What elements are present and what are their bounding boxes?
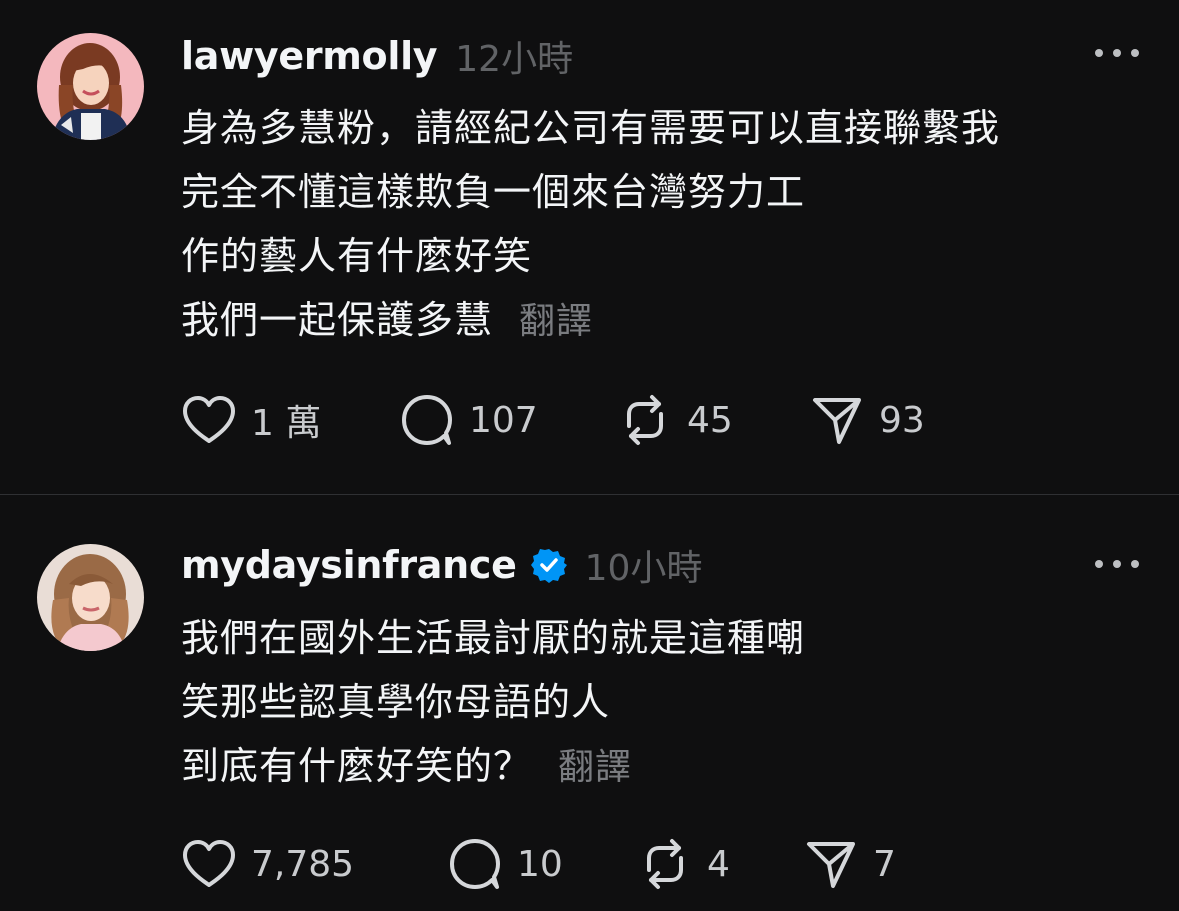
repost-button[interactable]: 45 bbox=[617, 392, 809, 448]
username[interactable]: lawyermolly bbox=[181, 34, 438, 78]
heart-icon bbox=[183, 396, 235, 443]
post-text-line: 作的藝人有什麼好笑 bbox=[181, 234, 533, 278]
translate-link[interactable]: 翻譯 bbox=[519, 301, 593, 342]
share-count: 93 bbox=[879, 399, 925, 441]
translate-link[interactable]: 翻譯 bbox=[558, 747, 632, 788]
post-text-line: 笑那些認真學你母語的人 bbox=[181, 680, 611, 724]
post-lawyermolly: lawyermolly 12小時 身為多慧粉，請經紀公司有需要可以直接聯繫我 完… bbox=[0, 0, 1179, 495]
send-icon bbox=[807, 842, 855, 888]
repost-icon bbox=[647, 839, 683, 889]
reply-button[interactable]: 10 bbox=[447, 836, 637, 892]
more-horizontal-icon[interactable] bbox=[1095, 556, 1139, 572]
post-header: lawyermolly 12小時 bbox=[181, 32, 573, 80]
share-button[interactable]: 93 bbox=[809, 392, 925, 448]
post-header: mydaysinfrance 10小時 bbox=[181, 541, 702, 589]
repost-count: 45 bbox=[687, 399, 733, 441]
post-mydaysinfrance: mydaysinfrance 10小時 我們在國外生活最討厭的就是這種嘲 笑那些… bbox=[0, 496, 1179, 911]
post-body: 我們在國外生活最討厭的就是這種嘲 笑那些認真學你母語的人 到底有什麼好笑的？ 翻譯 bbox=[181, 606, 1141, 798]
repost-button[interactable]: 4 bbox=[637, 836, 803, 892]
like-count: 1 萬 bbox=[251, 403, 322, 444]
repost-count: 4 bbox=[707, 843, 730, 885]
action-bar: 1 萬 107 45 93 bbox=[181, 392, 925, 448]
post-text-line: 我們一起保護多慧 bbox=[181, 298, 494, 342]
avatar-image bbox=[37, 33, 144, 140]
like-button[interactable]: 1 萬 bbox=[181, 394, 399, 446]
like-count: 7,785 bbox=[251, 843, 355, 885]
post-text-last-line: 我們一起保護多慧 翻譯 bbox=[181, 288, 1141, 352]
thread-feed: lawyermolly 12小時 身為多慧粉，請經紀公司有需要可以直接聯繫我 完… bbox=[0, 0, 1179, 911]
reply-count: 107 bbox=[469, 399, 538, 441]
speech-bubble-icon bbox=[450, 839, 500, 889]
post-text-last-line: 到底有什麼好笑的？ 翻譯 bbox=[181, 734, 1141, 798]
post-text-line: 到底有什麼好笑的？ bbox=[181, 744, 533, 788]
send-icon bbox=[813, 398, 861, 444]
reply-button[interactable]: 107 bbox=[399, 392, 617, 448]
repost-icon bbox=[627, 395, 663, 445]
avatar[interactable] bbox=[37, 33, 144, 140]
post-text-line: 完全不懂這樣欺負一個來台灣努力工 bbox=[181, 170, 806, 214]
action-bar: 7,785 10 4 7 bbox=[181, 836, 896, 892]
post-time[interactable]: 12小時 bbox=[455, 30, 573, 82]
like-button[interactable]: 7,785 bbox=[181, 838, 447, 890]
avatar[interactable] bbox=[37, 544, 144, 651]
avatar-image bbox=[37, 544, 144, 651]
username[interactable]: mydaysinfrance bbox=[181, 543, 517, 587]
verified-badge-icon bbox=[530, 549, 567, 583]
speech-bubble-icon bbox=[402, 395, 452, 445]
post-body: 身為多慧粉，請經紀公司有需要可以直接聯繫我 完全不懂這樣欺負一個來台灣努力工 作… bbox=[181, 96, 1141, 352]
post-text-line: 身為多慧粉，請經紀公司有需要可以直接聯繫我 bbox=[181, 106, 1001, 150]
reply-count: 10 bbox=[517, 843, 563, 885]
share-button[interactable]: 7 bbox=[803, 836, 896, 892]
share-count: 7 bbox=[873, 843, 896, 885]
post-divider bbox=[0, 494, 1179, 495]
heart-icon bbox=[183, 840, 235, 887]
more-horizontal-icon[interactable] bbox=[1095, 45, 1139, 61]
post-text-line: 我們在國外生活最討厭的就是這種嘲 bbox=[181, 616, 806, 660]
post-time[interactable]: 10小時 bbox=[585, 539, 703, 591]
